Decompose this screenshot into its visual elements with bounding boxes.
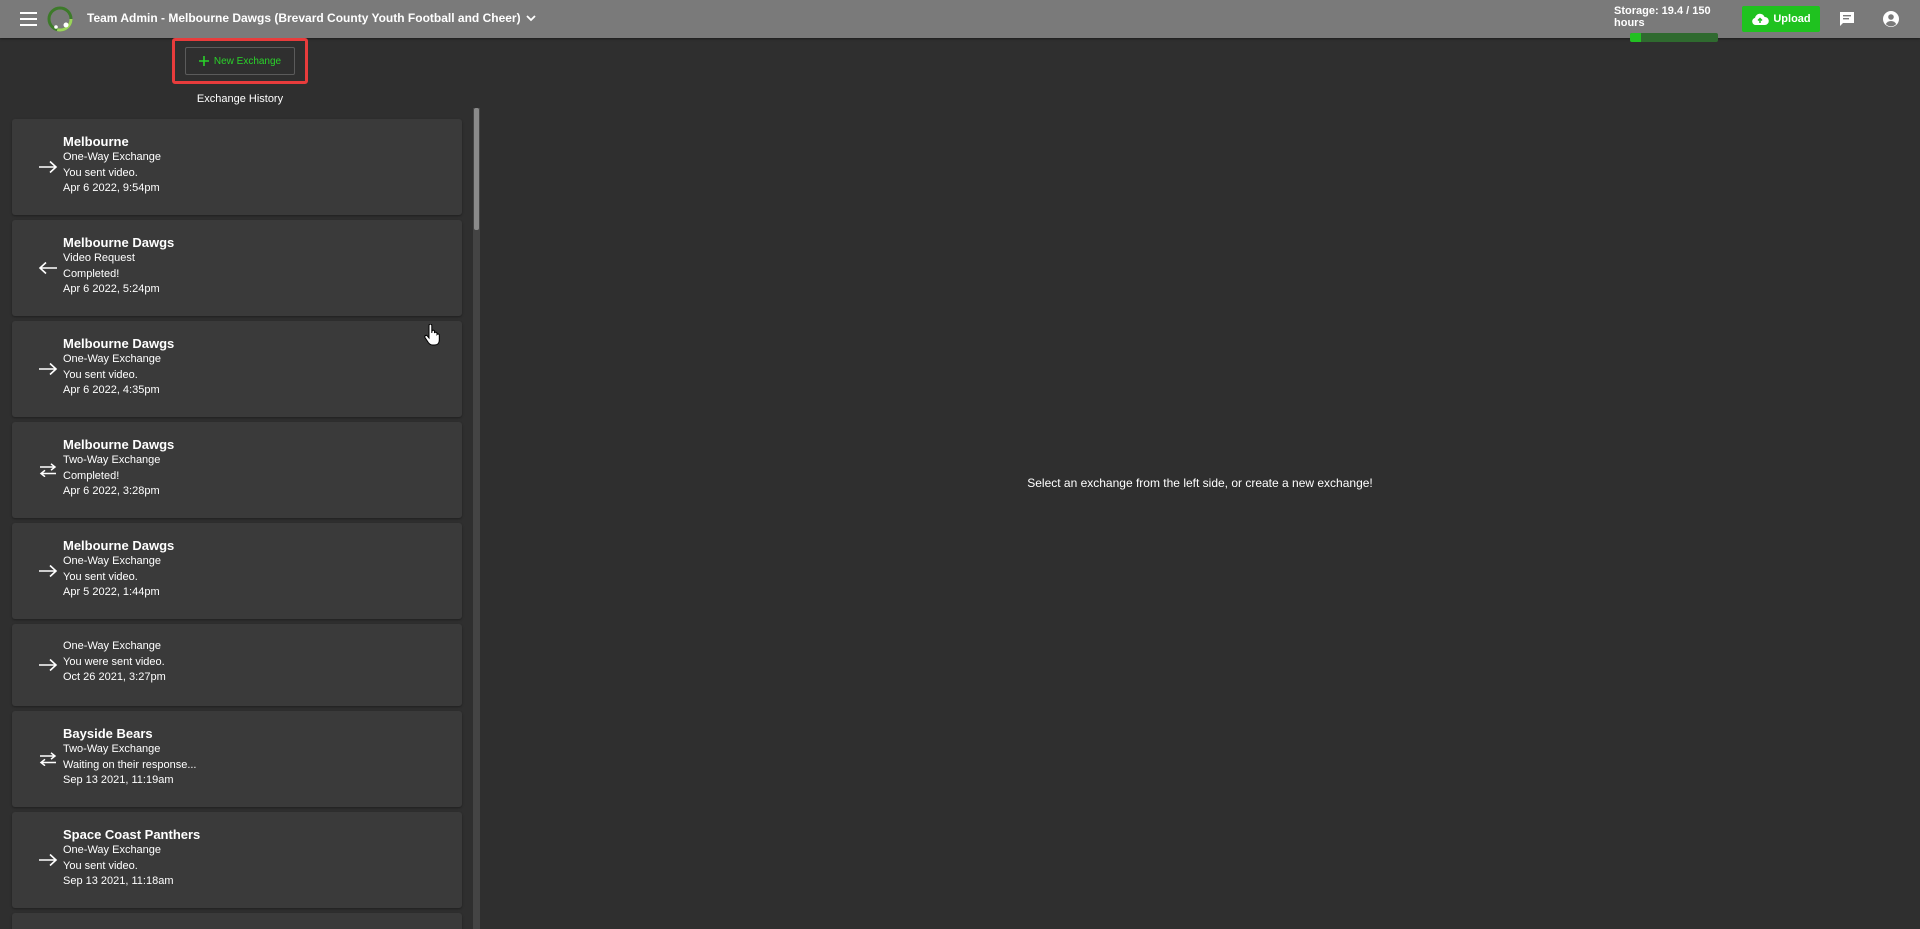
- arrow-right-icon: [39, 658, 58, 672]
- exchange-date: Sep 13 2021, 11:19am: [63, 774, 174, 786]
- exchange-type: One-Way Exchange: [63, 844, 162, 856]
- exchange-name: Space Coast Panthers: [63, 827, 201, 842]
- exchange-list-item[interactable]: One-Way Exchange You were sent video. Oct …: [12, 624, 462, 706]
- exchange-status: You sent video.: [63, 166, 138, 179]
- storage-bar-fill: [1630, 33, 1642, 42]
- arrow-right-icon: [39, 160, 58, 174]
- exchange-type: One-Way Exchange: [63, 151, 162, 163]
- team-selector[interactable]: Team Admin - Melbourne Dawgs (Brevard Co…: [87, 11, 537, 25]
- logo: [47, 6, 73, 32]
- storage-meter: Storage: 19.4 / 150 hours: [1614, 5, 1734, 42]
- exchange-date: Apr 5 2022, 1:44pm: [63, 586, 160, 598]
- exchange-date: Sep 13 2021, 11:18am: [63, 875, 174, 887]
- exchange-status: Completed!: [63, 267, 120, 280]
- exchange-type: Two-Way Exchange: [63, 743, 161, 755]
- menu-icon[interactable]: [20, 12, 37, 26]
- swap-horiz-icon: [39, 752, 57, 766]
- exchange-status: Completed!: [63, 469, 120, 482]
- exchange-date: Apr 6 2022, 9:54pm: [63, 182, 160, 194]
- exchange-status: You sent video.: [63, 368, 138, 381]
- exchange-type: One-Way Exchange: [63, 555, 162, 567]
- exchange-status: You sent video.: [63, 570, 138, 583]
- scrollbar-thumb[interactable]: [474, 108, 479, 230]
- exchange-list-item[interactable]: Melbourne Dawgs Video Request Completed! Ap…: [12, 220, 462, 316]
- exchange-list[interactable]: Melbourne One-Way Exchange You sent video.…: [0, 112, 478, 929]
- exchange-type: Two-Way Exchange: [63, 454, 161, 466]
- plus-icon: [198, 56, 209, 66]
- exchange-name: Bayside Bears: [63, 726, 153, 741]
- exchange-type: One-Way Exchange: [63, 353, 162, 365]
- arrow-left-icon: [38, 261, 57, 275]
- arrow-right-icon: [39, 564, 58, 578]
- chevron-down-icon: [525, 15, 536, 22]
- cloud-upload-icon: [1752, 13, 1770, 25]
- top-app-bar: Team Admin - Melbourne Dawgs (Brevard Co…: [0, 0, 1920, 42]
- exchange-type: Video Request: [63, 252, 135, 264]
- exchange-date: Oct 26 2021, 3:27pm: [63, 671, 166, 683]
- account-circle-icon[interactable]: [1882, 10, 1900, 28]
- exchange-status: You sent video.: [63, 859, 138, 872]
- exchange-list-item[interactable]: Bayside Bears Two-Way Exchange Waiting on …: [12, 711, 462, 807]
- arrow-right-icon: [39, 362, 58, 376]
- exchange-list-item[interactable]: Melbourne Dawgs One-Way Exchange You sent …: [12, 523, 462, 619]
- exchange-type: One-Way Exchange: [63, 640, 162, 652]
- upload-button[interactable]: Upload: [1742, 6, 1820, 32]
- exchange-list-item[interactable]: Space Coast Panthers One-Way Exchange You …: [12, 812, 462, 908]
- exchange-list-item[interactable]: Melbourne Dawgs One-Way Exchange You sent …: [12, 321, 462, 417]
- storage-bar: [1630, 33, 1718, 42]
- exchange-status: Waiting on their response...: [63, 758, 197, 771]
- exchange-status: You were sent video.: [63, 655, 165, 668]
- empty-state-message: Select an exchange from the left side, o…: [1027, 476, 1373, 490]
- scrollbar-track[interactable]: [473, 108, 480, 929]
- exchange-date: Apr 6 2022, 3:28pm: [63, 485, 160, 497]
- exchange-name: Melbourne Dawgs: [63, 437, 175, 452]
- storage-label: Storage: 19.4 / 150 hours: [1614, 5, 1711, 29]
- exchange-name: Melbourne Dawgs: [63, 336, 175, 351]
- exchange-name: Melbourne Dawgs: [63, 235, 175, 250]
- exchange-list-item[interactable]: Melbourne One-Way Exchange You sent video.…: [12, 119, 462, 215]
- new-exchange-label: New Exchange: [213, 55, 282, 67]
- exchange-list-item[interactable]: [12, 913, 462, 929]
- exchange-date: Apr 6 2022, 4:35pm: [63, 384, 160, 396]
- exchange-date: Apr 6 2022, 5:24pm: [63, 283, 160, 295]
- exchange-name: Melbourne Dawgs: [63, 538, 175, 553]
- chat-icon[interactable]: [1838, 10, 1856, 28]
- new-exchange-button[interactable]: New Exchange: [185, 47, 295, 75]
- swap-horiz-icon: [39, 463, 57, 477]
- hand-pointer-cursor-icon: [424, 324, 440, 346]
- exchange-list-item[interactable]: Melbourne Dawgs Two-Way Exchange Completed…: [12, 422, 462, 518]
- exchange-history-title: Exchange History: [196, 93, 284, 105]
- arrow-right-icon: [39, 853, 58, 867]
- team-title: Team Admin - Melbourne Dawgs (Brevard Co…: [87, 11, 521, 25]
- upload-label: Upload: [1773, 13, 1811, 25]
- exchange-name: Melbourne: [63, 134, 129, 149]
